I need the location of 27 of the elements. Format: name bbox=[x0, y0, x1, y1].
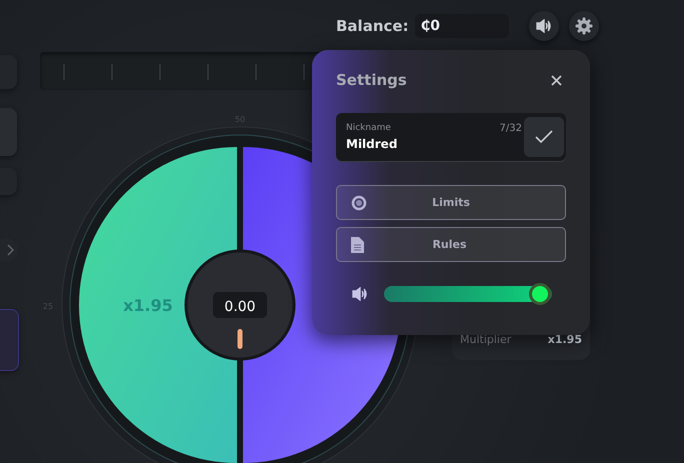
segment-multiplier: x1.95 bbox=[123, 296, 173, 315]
document-icon bbox=[351, 236, 364, 252]
limits-button[interactable]: Limits bbox=[336, 185, 566, 220]
next-button[interactable] bbox=[0, 238, 18, 262]
confirm-button[interactable] bbox=[524, 117, 564, 157]
rules-button[interactable]: Rules bbox=[336, 227, 566, 262]
pointer-icon bbox=[238, 329, 242, 349]
sound-button[interactable] bbox=[528, 11, 559, 41]
wheel-reading: 0.00 bbox=[224, 299, 256, 315]
settings-icon bbox=[574, 17, 593, 35]
multiplier-label: Multiplier bbox=[460, 333, 512, 346]
volume-thumb[interactable] bbox=[529, 283, 552, 305]
balance-value: ₵0 bbox=[414, 14, 509, 38]
chevron-right-icon bbox=[6, 244, 14, 256]
nickname-value: Mildred bbox=[346, 137, 398, 151]
settings-button[interactable] bbox=[568, 11, 599, 41]
speaker-icon bbox=[536, 19, 552, 33]
balance-label: Balance: bbox=[336, 17, 409, 35]
checkmark-icon bbox=[535, 130, 553, 144]
close-icon bbox=[551, 74, 562, 86]
ring-icon bbox=[351, 194, 367, 210]
nickname-label: Nickname bbox=[346, 123, 391, 134]
settings-title: Settings bbox=[336, 71, 407, 89]
nickname-field[interactable]: Nickname 7/32 Mildred bbox=[336, 113, 566, 161]
speaker-icon bbox=[352, 287, 368, 301]
character-counter: 7/32 bbox=[500, 123, 522, 134]
multiplier-value: x1.95 bbox=[548, 333, 582, 346]
